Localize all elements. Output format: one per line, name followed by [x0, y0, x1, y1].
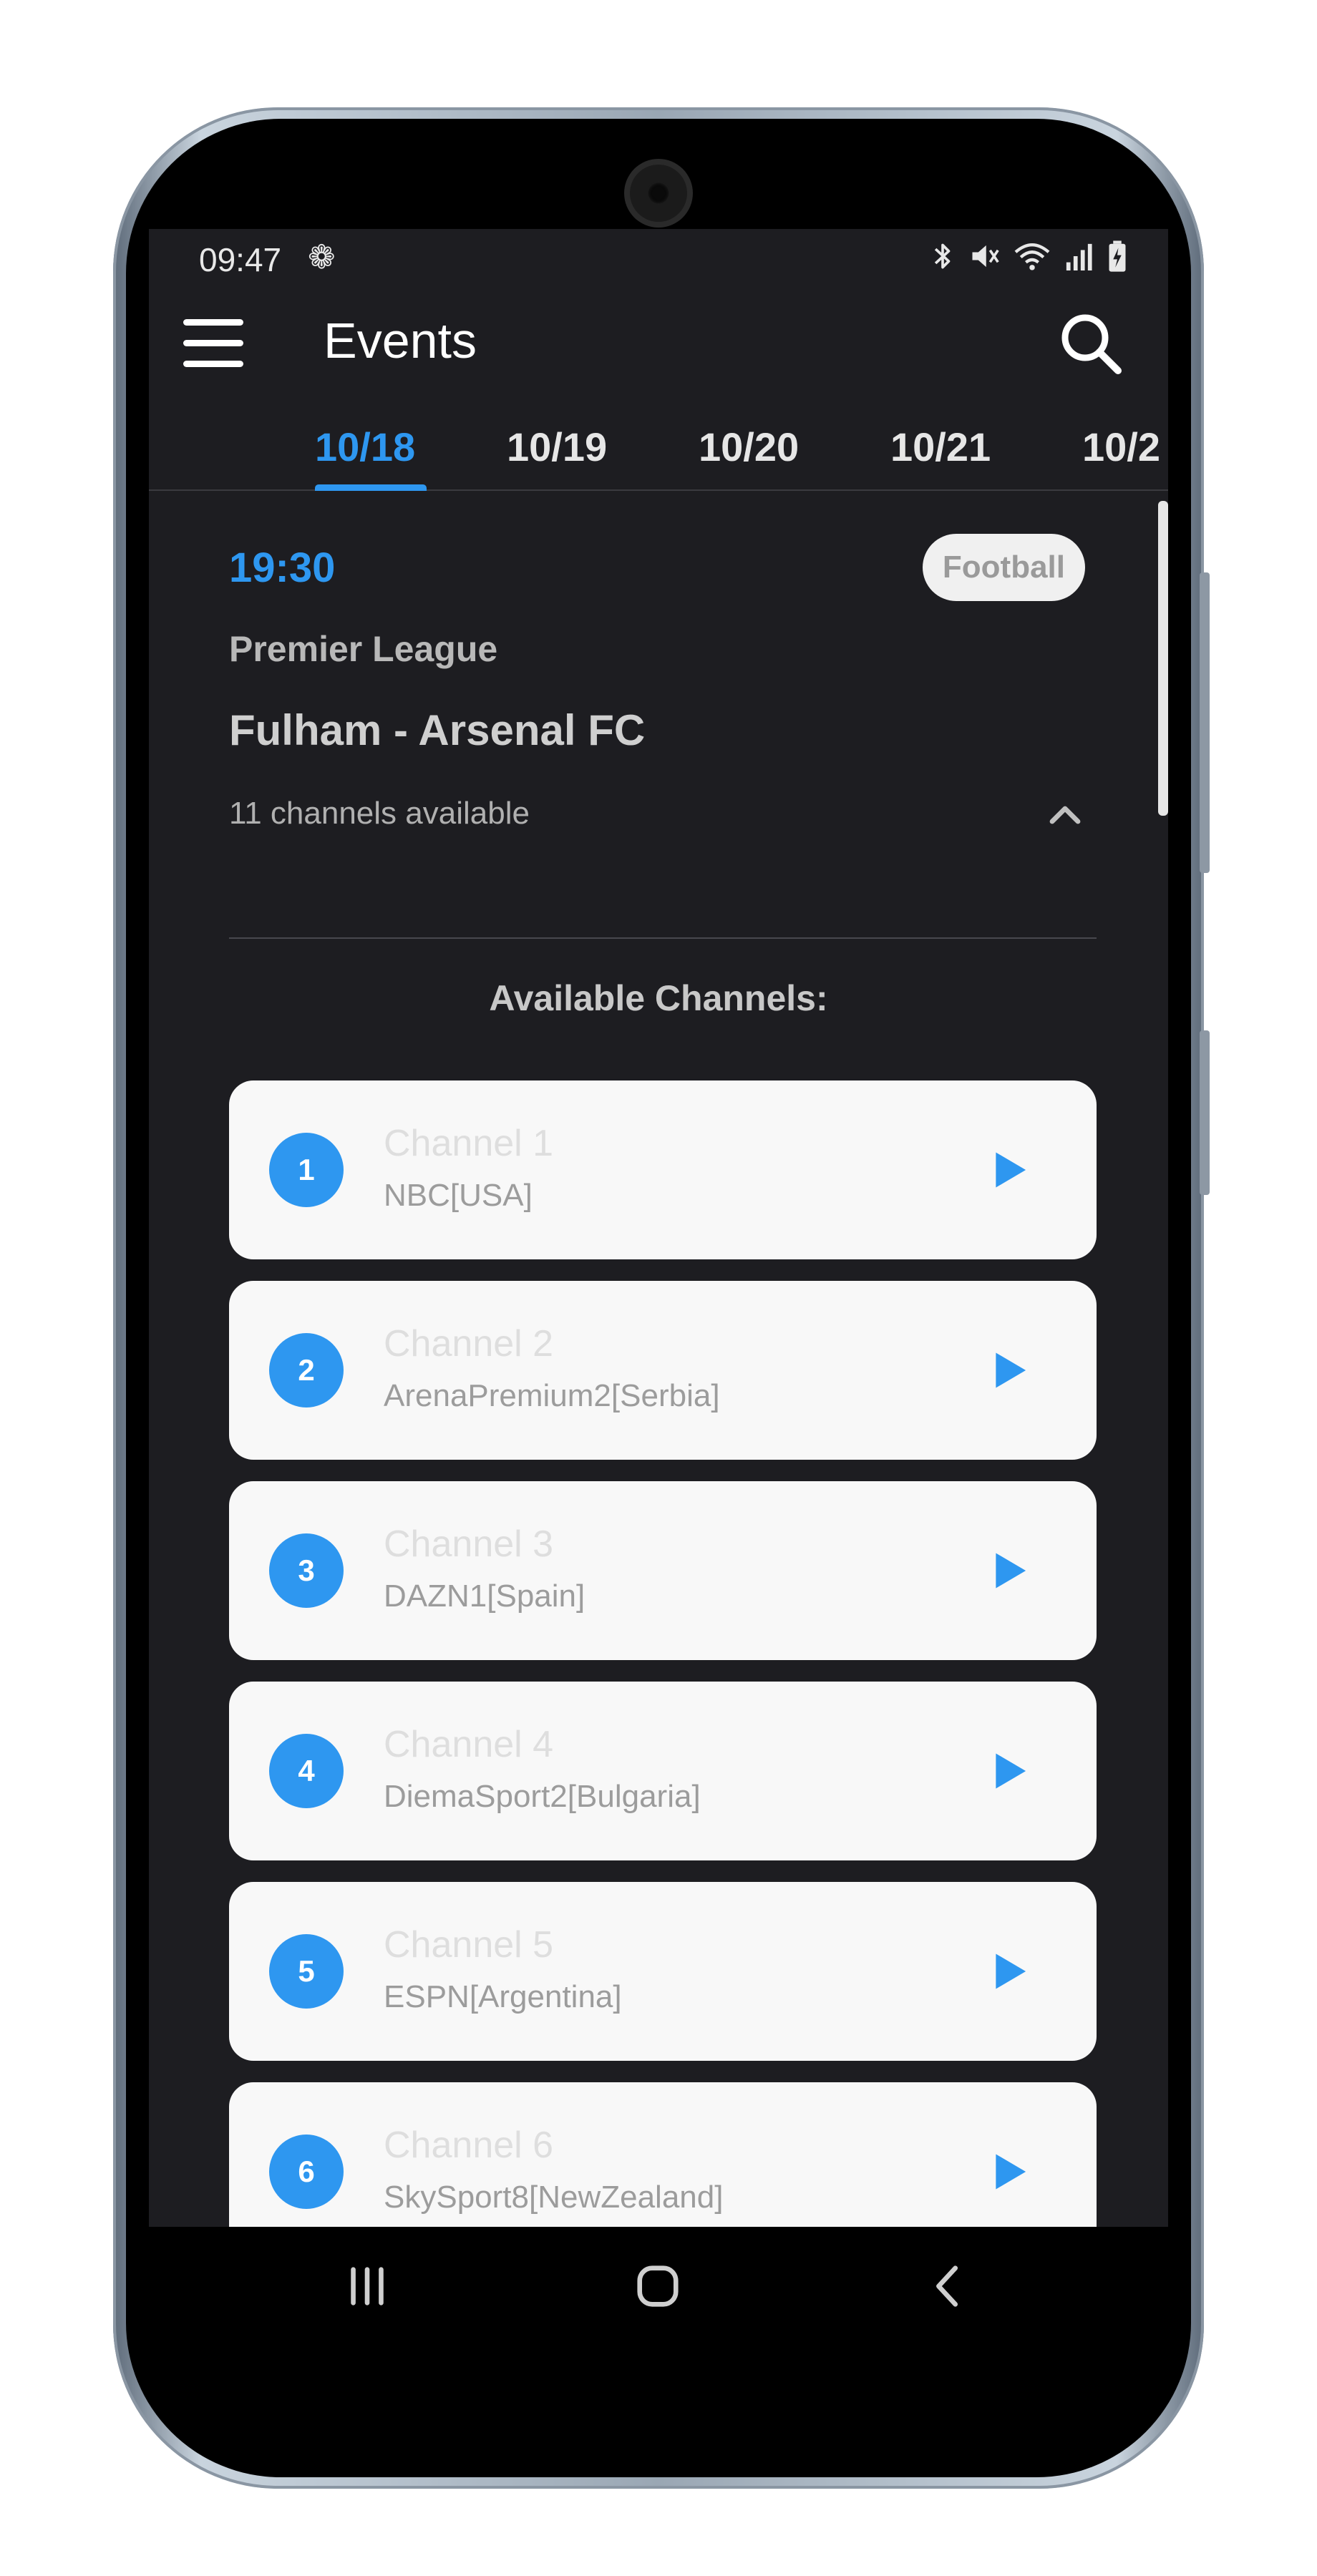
channel-card-4[interactable]: 4 Channel 4 DiemaSport2[Bulgaria]: [229, 1682, 1097, 1860]
page-title: Events: [324, 313, 477, 369]
channel-name: Channel 3: [384, 1523, 554, 1565]
channel-source: ArenaPremium2[Serbia]: [384, 1378, 720, 1413]
divider: [229, 937, 1097, 939]
back-icon[interactable]: [923, 2261, 973, 2311]
channel-number-badge: 1: [269, 1133, 344, 1207]
power-button: [1200, 1030, 1210, 1195]
channel-source: ESPN[Argentina]: [384, 1979, 622, 2014]
tab-date-1[interactable]: 10/18: [315, 424, 415, 470]
status-time: 09:47: [199, 241, 282, 278]
channel-card-3[interactable]: 3 Channel 3 DAZN1[Spain]: [229, 1481, 1097, 1660]
channel-number-badge: 3: [269, 1533, 344, 1608]
channel-card-6[interactable]: 6 Channel 6 SkySport8[NewZealand]: [229, 2082, 1097, 2227]
channel-card-2[interactable]: 2 Channel 2 ArenaPremium2[Serbia]: [229, 1281, 1097, 1460]
active-tab-indicator: [315, 484, 427, 491]
status-icons: [930, 239, 1129, 273]
channel-source: DiemaSport2[Bulgaria]: [384, 1779, 701, 1814]
play-icon[interactable]: [992, 1752, 1028, 1790]
tab-date-3[interactable]: 10/20: [699, 424, 799, 470]
channel-number-badge: 5: [269, 1934, 344, 2009]
search-icon[interactable]: [1056, 309, 1125, 378]
date-tabs: 10/18 10/19 10/20 10/21 10/2: [149, 392, 1168, 491]
front-camera: [630, 165, 687, 222]
home-icon[interactable]: [633, 2261, 683, 2311]
league-name: Premier League: [229, 629, 498, 669]
channel-number-badge: 6: [269, 2135, 344, 2209]
recent-apps-icon[interactable]: [342, 2261, 392, 2311]
channel-card-1[interactable]: 1 Channel 1 NBC[USA]: [229, 1080, 1097, 1259]
system-nav-bar: [149, 2227, 1168, 2348]
battery-icon: [1109, 240, 1126, 272]
channels-count: 11 channels available: [229, 796, 530, 831]
signal-icon: [1066, 244, 1092, 271]
wifi-icon: [1014, 243, 1050, 270]
channel-name: Channel 5: [384, 1924, 554, 1966]
status-bar: 09:47 ❁: [149, 229, 1168, 292]
page: 09:47 ❁ Events 10/18 10/19 10/20 10/21 1…: [0, 0, 1317, 2576]
tab-date-2[interactable]: 10/19: [507, 424, 607, 470]
app-bar: Events: [149, 292, 1168, 392]
channel-source: SkySport8[NewZealand]: [384, 2180, 724, 2215]
volume-button: [1200, 572, 1210, 873]
channel-name: Channel 2: [384, 1323, 554, 1365]
sport-badge: Football: [922, 534, 1085, 601]
channel-name: Channel 4: [384, 1724, 554, 1765]
mute-icon: [972, 245, 999, 268]
app-screen: 09:47 ❁ Events 10/18 10/19 10/20 10/21 1…: [149, 229, 1168, 2227]
match-title: Fulham - Arsenal FC: [229, 706, 646, 754]
event-time: 19:30: [229, 545, 336, 591]
scrollbar[interactable]: [1158, 501, 1168, 816]
bluetooth-icon: [934, 244, 950, 269]
play-icon[interactable]: [992, 1151, 1028, 1189]
channel-card-5[interactable]: 5 Channel 5 ESPN[Argentina]: [229, 1882, 1097, 2061]
tab-date-5[interactable]: 10/2: [1082, 424, 1160, 470]
channel-name: Channel 1: [384, 1123, 554, 1164]
channel-number-badge: 4: [269, 1734, 344, 1808]
play-icon[interactable]: [992, 2152, 1028, 2191]
channel-name: Channel 6: [384, 2124, 554, 2166]
settings-status-icon: ❁: [308, 238, 336, 275]
channel-source: NBC[USA]: [384, 1178, 533, 1213]
channel-source: DAZN1[Spain]: [384, 1579, 585, 1614]
chevron-up-icon[interactable]: [1045, 794, 1085, 834]
play-icon[interactable]: [992, 1351, 1028, 1390]
play-icon[interactable]: [992, 1952, 1028, 1991]
tab-date-4[interactable]: 10/21: [890, 424, 991, 470]
play-icon[interactable]: [992, 1551, 1028, 1590]
channel-number-badge: 2: [269, 1333, 344, 1407]
available-channels-heading: Available Channels:: [489, 978, 828, 1018]
menu-icon[interactable]: [183, 318, 243, 368]
